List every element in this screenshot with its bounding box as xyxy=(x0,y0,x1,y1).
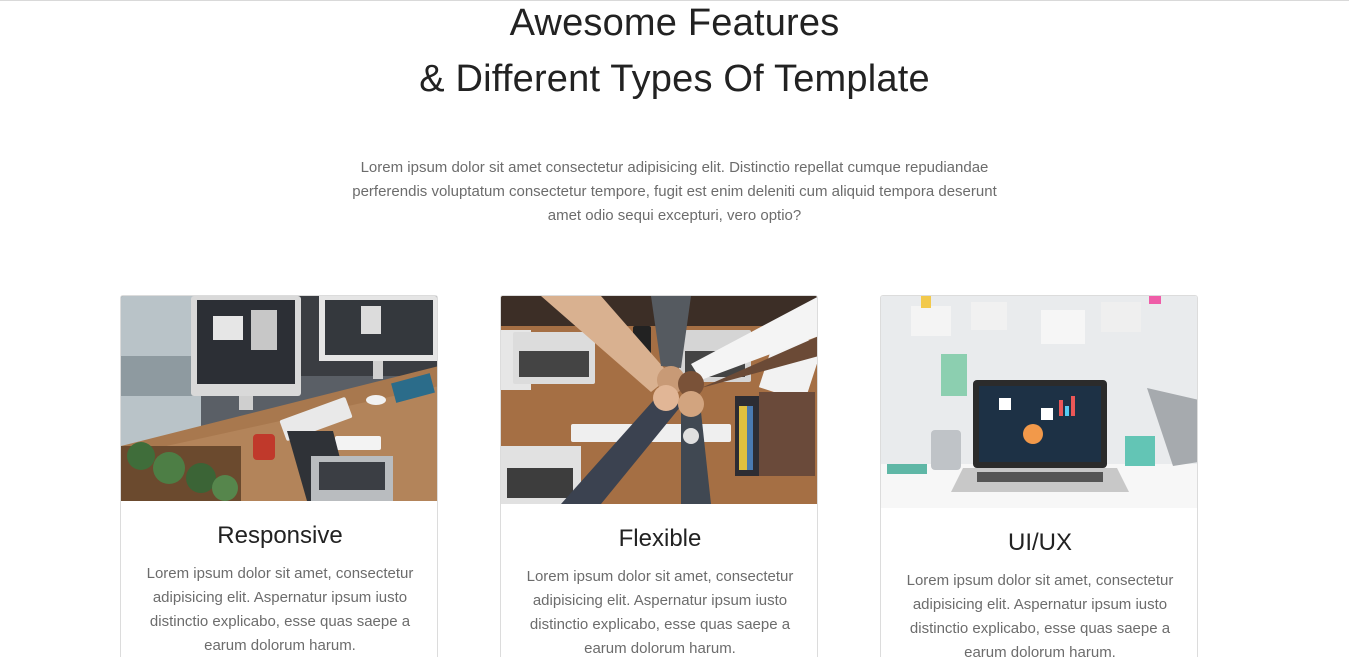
card-image-desk xyxy=(121,296,437,501)
card-text-responsive: Lorem ipsum dolor sit amet, consectetur … xyxy=(146,565,414,654)
features-section: Awesome Features & Different Types Of Te… xyxy=(0,0,1349,657)
card-text-uiux: Lorem ipsum dolor sit amet, consectetur … xyxy=(906,572,1174,657)
section-intro: Lorem ipsum dolor sit amet consectetur a… xyxy=(352,159,997,224)
section-heading-line2: & Different Types Of Template xyxy=(419,58,930,100)
card-text-flexible: Lorem ipsum dolor sit amet, consectetur … xyxy=(526,568,794,657)
card-title-uiux: UI/UX xyxy=(1007,529,1072,556)
section-heading-line1: Awesome Features xyxy=(509,2,840,44)
card-image-laptop xyxy=(881,296,1197,508)
feature-card-flexible: Flexible Lorem ipsum dolor sit amet, con… xyxy=(500,295,818,657)
feature-card-responsive: Responsive Lorem ipsum dolor sit amet, c… xyxy=(120,295,438,657)
card-title-responsive: Responsive xyxy=(217,522,343,549)
card-image-team xyxy=(501,296,817,504)
card-title-flexible: Flexible xyxy=(618,525,702,552)
feature-card-uiux: UI/UX Lorem ipsum dolor sit amet, consec… xyxy=(880,295,1198,657)
